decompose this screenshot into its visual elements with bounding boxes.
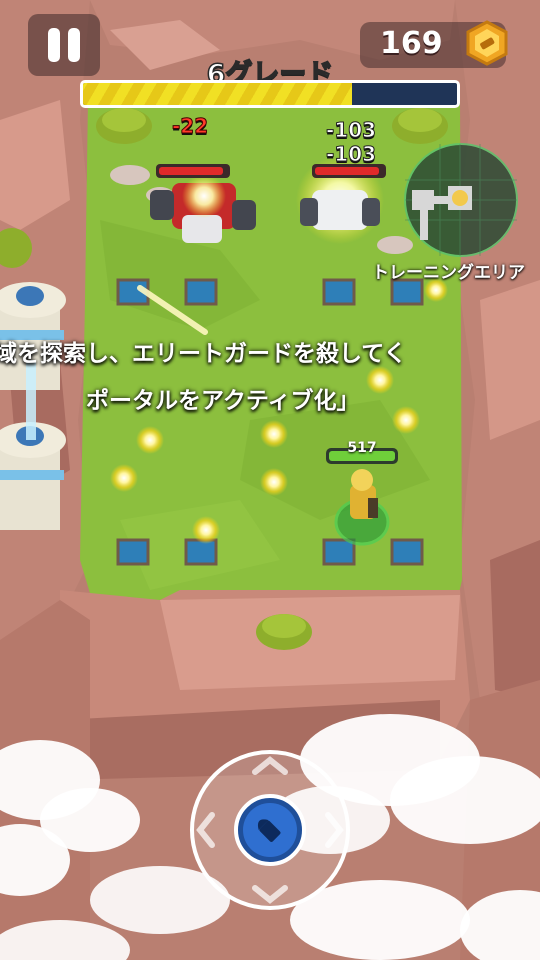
grade-progress-fill (83, 83, 353, 105)
game-scene (0, 0, 540, 960)
pause-icon (48, 28, 60, 62)
laser-beam (26, 360, 36, 440)
mission-text: 域を探索し、エリートガードを殺してく (0, 341, 407, 367)
damage-number: -103 (325, 142, 377, 167)
minimap-label: トレーニングエリア (372, 263, 525, 283)
fire-button[interactable] (234, 794, 306, 866)
grade-progress-bar (80, 80, 460, 108)
damage-number: -22 (171, 114, 209, 139)
player-hp-value: 517 (347, 440, 377, 456)
gold-coin-icon (466, 20, 508, 66)
minimap[interactable] (404, 143, 518, 257)
damage-number: -103 (325, 118, 377, 143)
mission-text: ポータルをアクティブ化」 (86, 388, 360, 414)
